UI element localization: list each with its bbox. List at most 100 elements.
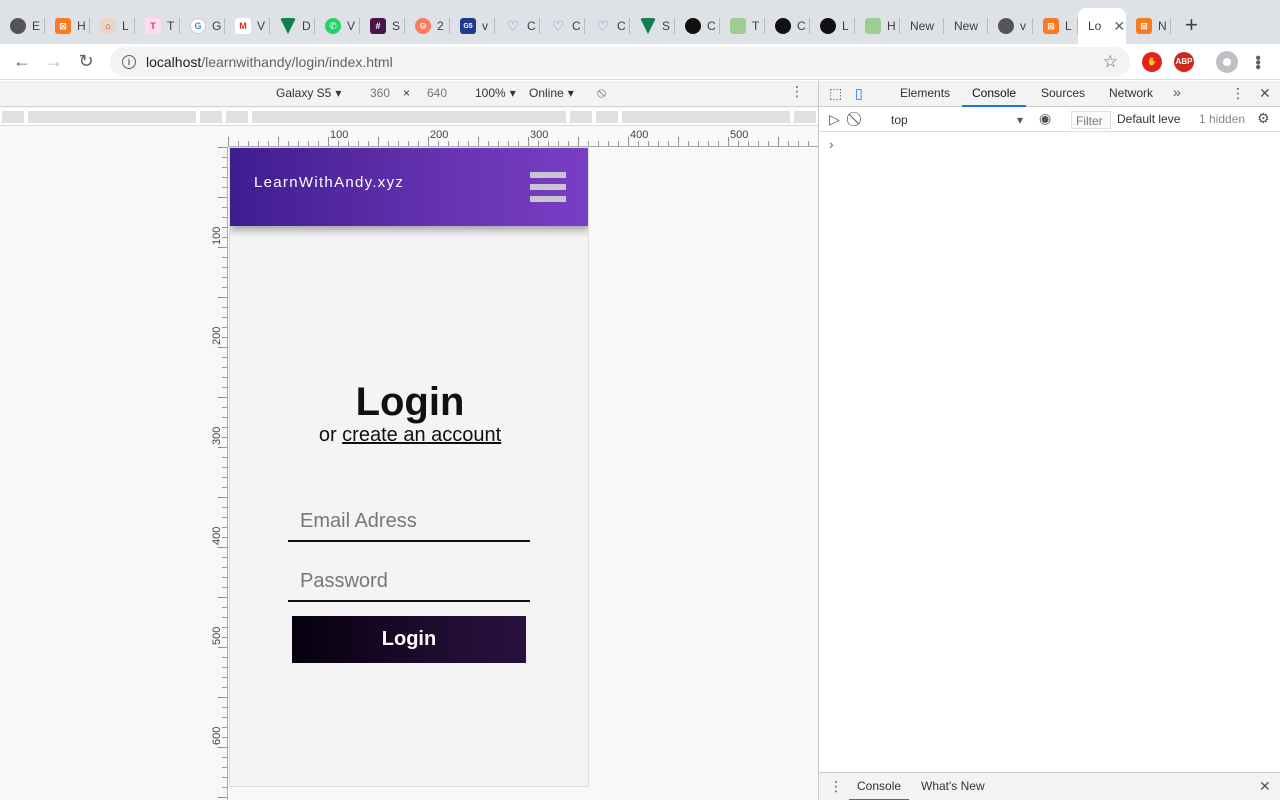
address-bar[interactable]: i localhost/learnwithandy/login/index.ht…	[110, 46, 1130, 77]
hidden-count: 1 hidden	[1199, 112, 1246, 126]
reload-button[interactable]: ↻	[70, 46, 102, 78]
tab-sources[interactable]: Sources	[1041, 81, 1085, 107]
password-field[interactable]	[288, 562, 530, 602]
tab-title: T	[167, 19, 175, 33]
more-tabs-icon[interactable]: »	[1173, 84, 1181, 100]
vertical-ruler: 100 200 300 400 500 600	[211, 147, 228, 800]
new-tab-button[interactable]: +	[1171, 8, 1212, 42]
browser-tab[interactable]: ⊠ H	[45, 8, 90, 44]
profile-avatar[interactable]	[1216, 50, 1238, 73]
devtools-menu-icon[interactable]: ⋮	[1231, 85, 1245, 102]
browser-tab[interactable]: ⊠ N	[1126, 8, 1171, 44]
context-select[interactable]: top	[885, 111, 1025, 129]
sidebar-toggle-icon[interactable]: ▷	[829, 111, 840, 128]
tab-title: New	[954, 19, 979, 33]
height-input[interactable]: 640	[427, 86, 447, 100]
media-query-segment[interactable]	[570, 111, 592, 123]
width-input[interactable]: 360	[370, 86, 390, 100]
whatsapp-icon: ✆	[325, 18, 341, 34]
browser-tab[interactable]: TT	[135, 8, 180, 44]
browser-tab[interactable]: Lo ✕	[1078, 8, 1126, 44]
hamburger-bar	[530, 196, 566, 202]
dropdown-arrow-icon: ▾	[567, 86, 574, 100]
close-tab-icon[interactable]: ✕	[1113, 18, 1125, 35]
media-query-bar	[0, 108, 818, 126]
tab-elements[interactable]: Elements	[900, 81, 950, 107]
close-devtools-icon[interactable]: ✕	[1259, 85, 1271, 102]
browser-tab[interactable]: E	[0, 8, 45, 44]
create-account-link[interactable]: create an account	[342, 424, 501, 446]
tab-title: C	[707, 19, 716, 33]
media-query-segment[interactable]	[200, 111, 222, 123]
device-toolbar-menu-icon[interactable]: ⋮	[790, 83, 804, 100]
tab-title: H	[887, 19, 896, 33]
browser-tab[interactable]: T	[720, 8, 765, 44]
globe-icon	[998, 18, 1014, 34]
browser-tab[interactable]: New	[900, 8, 944, 44]
browser-tab[interactable]: MV	[225, 8, 270, 44]
browser-tab[interactable]: G5 v	[450, 8, 495, 44]
console-settings-gear-icon[interactable]: ⚙	[1257, 110, 1270, 127]
ruler-label: 300	[211, 426, 223, 445]
browser-tab[interactable]: ⚙ 2	[405, 8, 450, 44]
back-button[interactable]: ←	[6, 46, 38, 78]
site-brand[interactable]: LearnWithAndy.xyz	[254, 174, 404, 191]
browser-menu-icon[interactable]: •••	[1249, 55, 1266, 69]
log-levels-select[interactable]: Default leve	[1117, 112, 1180, 126]
browser-tab[interactable]: # S	[360, 8, 405, 44]
forward-button[interactable]: →	[38, 46, 70, 78]
browser-tab[interactable]: ♡ C	[495, 8, 540, 44]
browser-tab[interactable]: S	[630, 8, 675, 44]
media-query-segment[interactable]	[28, 111, 196, 123]
filter-input[interactable]: Filter	[1071, 111, 1111, 129]
adblock-extension-icon[interactable]: ABP	[1174, 51, 1194, 72]
google-icon: G	[190, 18, 206, 34]
eye-icon[interactable]: ◉	[1039, 110, 1051, 127]
browser-tab[interactable]: D	[270, 8, 315, 44]
login-button[interactable]: Login	[292, 616, 526, 663]
hand-extension-icon[interactable]: ✋	[1142, 51, 1162, 72]
tab-console[interactable]: Console	[962, 81, 1027, 107]
rotate-icon[interactable]: ⦸	[597, 84, 606, 101]
network-select[interactable]: Online ▾	[529, 86, 574, 100]
browser-tab[interactable]: L	[810, 8, 855, 44]
inspect-element-icon[interactable]: ⬚	[829, 85, 842, 102]
browser-tab[interactable]: New	[944, 8, 988, 44]
media-query-segment[interactable]	[2, 111, 24, 123]
browser-tab[interactable]: C	[765, 8, 810, 44]
tab-strip: E ⊠ H ⌂ L T T G G M V D ✆ V # S ⚙ 2 G5 v ♡ C ♡ C ♡ C S C T C L H New New v…	[0, 0, 1280, 44]
ruler-label: 600	[211, 726, 223, 745]
browser-tab[interactable]: H	[855, 8, 900, 44]
console-prompt[interactable]: ›	[829, 136, 834, 152]
browser-tab[interactable]: ♡ C	[540, 8, 585, 44]
device-toggle-icon[interactable]: ▯	[855, 85, 863, 102]
browser-tab[interactable]: ♡ C	[585, 8, 630, 44]
media-query-segment[interactable]	[252, 111, 566, 123]
browser-tab[interactable]: ⌂ L	[90, 8, 135, 44]
email-field[interactable]	[288, 502, 530, 542]
hamburger-menu-icon[interactable]	[530, 172, 566, 202]
media-query-segment[interactable]	[226, 111, 248, 123]
tab-title: 2	[437, 19, 444, 33]
browser-tab[interactable]: ⊠ L	[1033, 8, 1078, 44]
media-query-segment[interactable]	[794, 111, 816, 123]
drawer-tab-console[interactable]: Console	[849, 773, 910, 800]
tab-title: T	[752, 19, 760, 33]
dimension-separator: ×	[403, 86, 411, 100]
drawer-tab-whats-new[interactable]: What's New	[921, 773, 985, 800]
browser-tab[interactable]: C	[675, 8, 720, 44]
media-query-segment[interactable]	[622, 111, 790, 123]
browser-tab[interactable]: GG	[180, 8, 225, 44]
browser-tab[interactable]: v	[988, 8, 1033, 44]
subtitle-prefix: or	[318, 424, 343, 446]
media-query-segment[interactable]	[596, 111, 618, 123]
tab-network[interactable]: Network	[1109, 81, 1153, 107]
close-drawer-icon[interactable]: ✕	[1259, 778, 1271, 795]
info-icon[interactable]: i	[122, 54, 136, 69]
login-subtitle: or create an account	[230, 424, 588, 447]
bookmark-star-icon[interactable]: ☆	[1103, 52, 1118, 72]
device-select[interactable]: Galaxy S5 ▾	[276, 86, 341, 100]
browser-tab[interactable]: ✆ V	[315, 8, 360, 44]
zoom-select[interactable]: 100% ▾	[475, 86, 516, 100]
drawer-menu-icon[interactable]: ⋮	[829, 778, 843, 795]
